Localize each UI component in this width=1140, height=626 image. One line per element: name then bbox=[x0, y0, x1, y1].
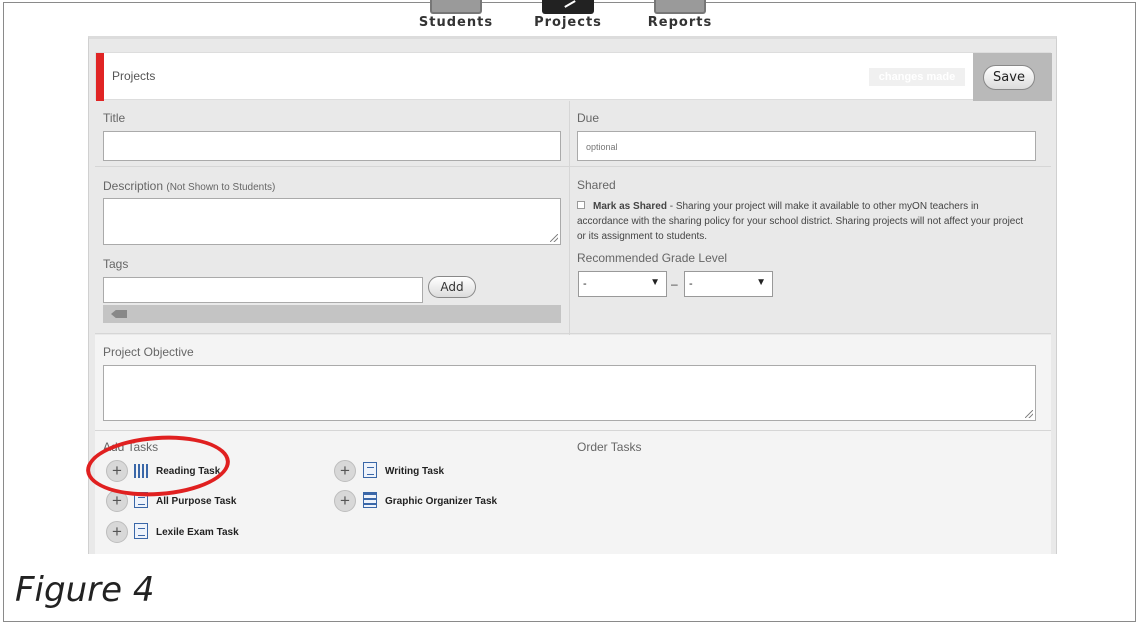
nav-projects[interactable]: Projects bbox=[528, 0, 608, 30]
nav-reports-label: Reports bbox=[647, 15, 713, 30]
due-input[interactable]: optional bbox=[577, 131, 1036, 161]
writing-icon bbox=[363, 462, 377, 478]
row-divider bbox=[95, 430, 1051, 431]
grade-to-value: - bbox=[689, 278, 693, 290]
tags-label: Tags bbox=[103, 257, 129, 271]
mark-shared-label: Mark as Shared bbox=[593, 201, 667, 212]
column-divider bbox=[569, 101, 570, 335]
exam-icon bbox=[134, 523, 148, 539]
top-navigation: Students Projects Reports bbox=[0, 0, 1140, 36]
save-button[interactable]: Save bbox=[983, 65, 1035, 90]
reports-icon bbox=[654, 0, 706, 14]
figure-caption: Figure 4 bbox=[15, 570, 155, 610]
project-editor: Projects changes made Save Title Due opt… bbox=[88, 36, 1057, 554]
changes-made-badge: changes made bbox=[869, 68, 965, 86]
add-writing-task-button[interactable]: + bbox=[334, 460, 356, 482]
due-label: Due bbox=[577, 111, 600, 125]
tags-input[interactable] bbox=[103, 277, 423, 303]
nav-projects-label: Projects bbox=[534, 15, 602, 30]
nav-reports[interactable]: Reports bbox=[640, 0, 720, 30]
add-graphic-organizer-task-button[interactable]: + bbox=[334, 490, 356, 512]
grade-range-separator: – bbox=[671, 277, 678, 291]
due-placeholder: optional bbox=[586, 142, 618, 152]
lexile-exam-task-label[interactable]: Lexile Exam Task bbox=[156, 527, 239, 538]
organizer-icon bbox=[363, 492, 377, 508]
students-icon bbox=[430, 0, 482, 14]
grade-from-value: - bbox=[583, 278, 587, 290]
order-tasks-label: Order Tasks bbox=[577, 440, 642, 454]
save-area: Save bbox=[973, 53, 1052, 101]
writing-task-label[interactable]: Writing Task bbox=[385, 466, 444, 477]
mark-shared-checkbox[interactable] bbox=[577, 201, 585, 209]
header-accent-bar bbox=[96, 53, 104, 101]
dropdown-arrow-icon: ▼ bbox=[756, 277, 766, 288]
dropdown-arrow-icon: ▼ bbox=[650, 277, 660, 288]
grade-level-label: Recommended Grade Level bbox=[577, 251, 728, 265]
objective-textarea[interactable] bbox=[103, 365, 1036, 421]
page-title: Projects bbox=[112, 69, 156, 83]
add-tag-button[interactable]: Add bbox=[428, 276, 476, 298]
description-note: (Not Shown to Students) bbox=[166, 182, 276, 193]
objective-label: Project Objective bbox=[103, 345, 194, 359]
shared-description: Mark as Shared - Sharing your project wi… bbox=[577, 199, 1027, 244]
title-label: Title bbox=[103, 111, 126, 125]
row-divider bbox=[95, 166, 1051, 167]
nav-students-label: Students bbox=[418, 15, 494, 30]
resize-handle-icon[interactable] bbox=[550, 234, 558, 242]
projects-icon bbox=[542, 0, 594, 14]
tag-list bbox=[103, 305, 561, 323]
project-header: Projects changes made Save bbox=[95, 52, 1052, 101]
nav-students[interactable]: Students bbox=[416, 0, 496, 30]
row-divider bbox=[95, 333, 1051, 334]
grade-to-select[interactable]: - ▼ bbox=[684, 271, 773, 297]
add-lexile-exam-task-button[interactable]: + bbox=[106, 521, 128, 543]
all-purpose-task-label[interactable]: All Purpose Task bbox=[156, 496, 236, 507]
description-label-text: Description bbox=[103, 179, 164, 193]
grade-from-select[interactable]: - ▼ bbox=[578, 271, 667, 297]
description-label: Description (Not Shown to Students) bbox=[103, 179, 275, 193]
tag-icon bbox=[111, 310, 127, 318]
description-textarea[interactable] bbox=[103, 198, 561, 245]
shared-label: Shared bbox=[577, 178, 616, 192]
graphic-organizer-task-label[interactable]: Graphic Organizer Task bbox=[385, 496, 497, 507]
title-input[interactable] bbox=[103, 131, 561, 161]
resize-handle-icon[interactable] bbox=[1025, 410, 1033, 418]
